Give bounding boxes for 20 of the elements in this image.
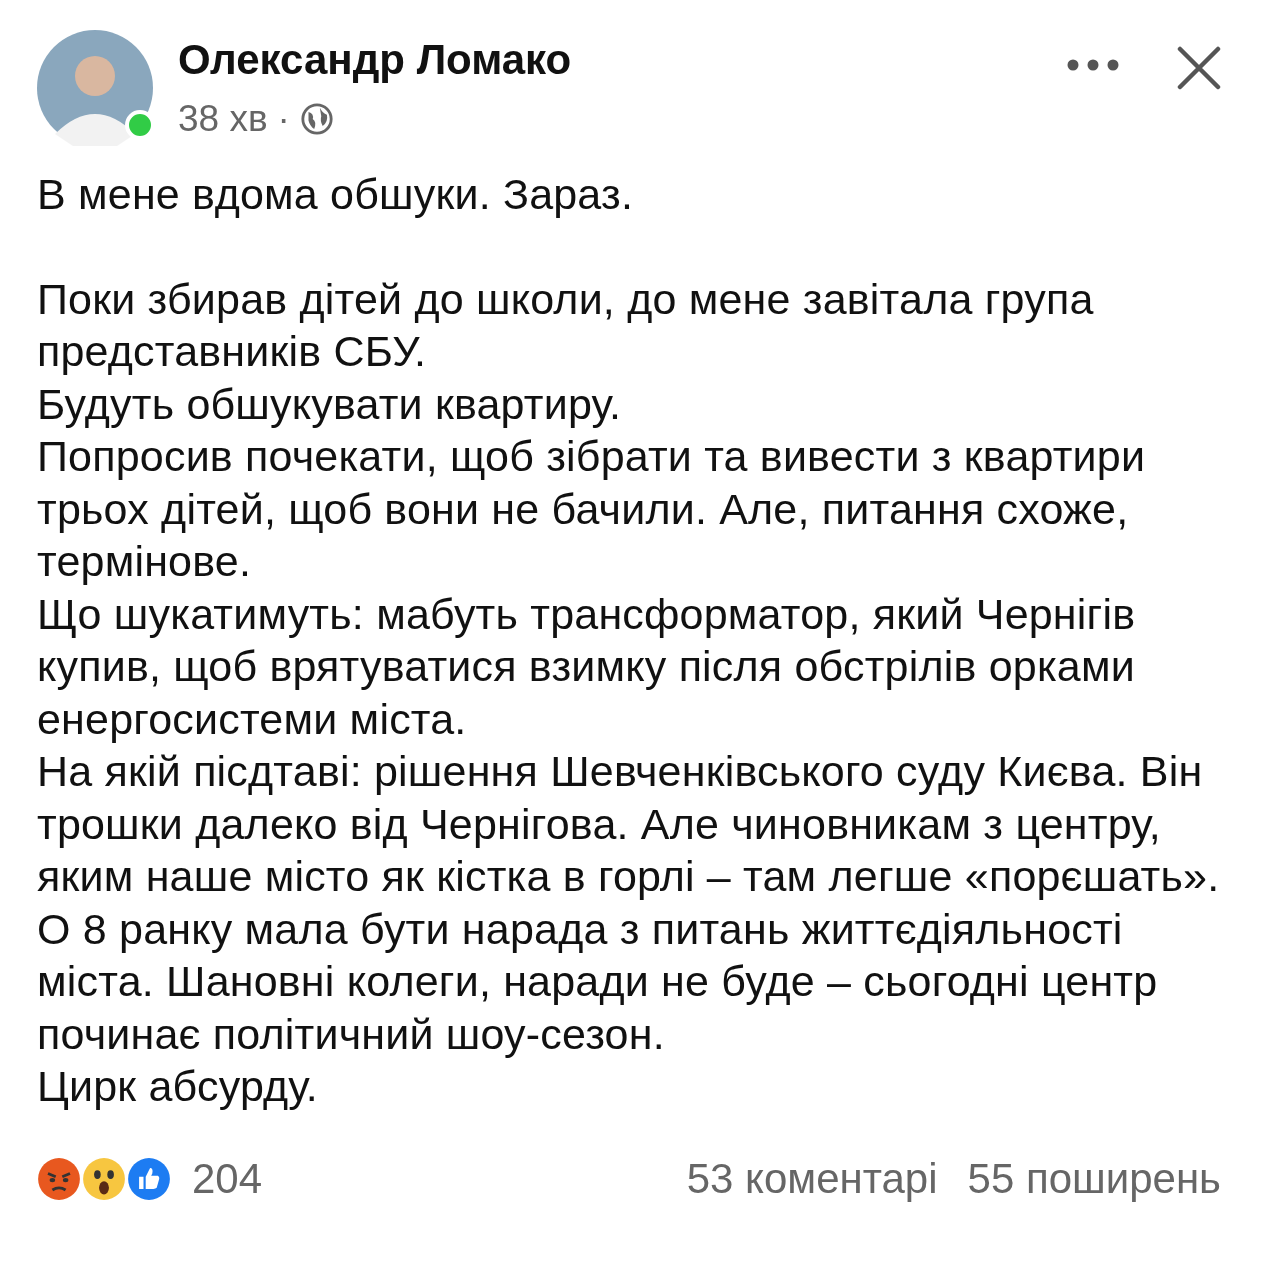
shares-count-link[interactable]: 55 поширень — [967, 1154, 1221, 1203]
post-text: Що шукатимуть: мабуть трансформатор, який Чернігів купив, щоб врятуватися взимку після обстрілів орками енергосистеми міста. — [37, 588, 1137, 745]
surprised-face-icon[interactable] — [82, 1156, 126, 1201]
separator-dot: · — [277, 98, 290, 140]
globe-icon — [299, 102, 334, 136]
post-text: Попросив почекати, щоб зібрати та вивести з квартири трьох дітей, щоб вони не бачили. Але, питання схоже, термінове. — [37, 431, 1147, 587]
reaction-count[interactable]: 204 — [192, 1154, 263, 1203]
more-options-icon[interactable] — [1067, 59, 1119, 71]
comments-count-link[interactable]: 53 коментарі — [686, 1154, 938, 1203]
post-text: Поки збирав дітей до школи, до мене завітала група представників СБУ. — [37, 273, 1095, 377]
author-name[interactable]: Олександр Ломако — [178, 36, 572, 84]
close-icon[interactable] — [1177, 46, 1221, 90]
thumbs-up-icon[interactable] — [127, 1156, 171, 1201]
post-text: Будуть обшукувати квартиру. — [37, 378, 623, 430]
post-text: В мене вдома обшуки. Зараз. — [37, 169, 635, 220]
post-text: На якій пісдтаві: рішення Шевченківського суду Києва. Він трошки далеко від Чернігова. Але чиновникам з центру, яким наше місто як кістка в горлі – там легше «порєшать». — [37, 746, 1221, 902]
post-time[interactable]: 38 хв — [178, 98, 268, 140]
post-text: Цирк абсурду. — [37, 1061, 319, 1112]
post-text: О 8 ранку мала бути нарада з питань життєдіяльності міста. Шановні колеги, наради не буде – сьогодні центр починає політичний шоу-сезон. — [37, 903, 1159, 1060]
angry-face-icon[interactable] — [37, 1156, 81, 1201]
